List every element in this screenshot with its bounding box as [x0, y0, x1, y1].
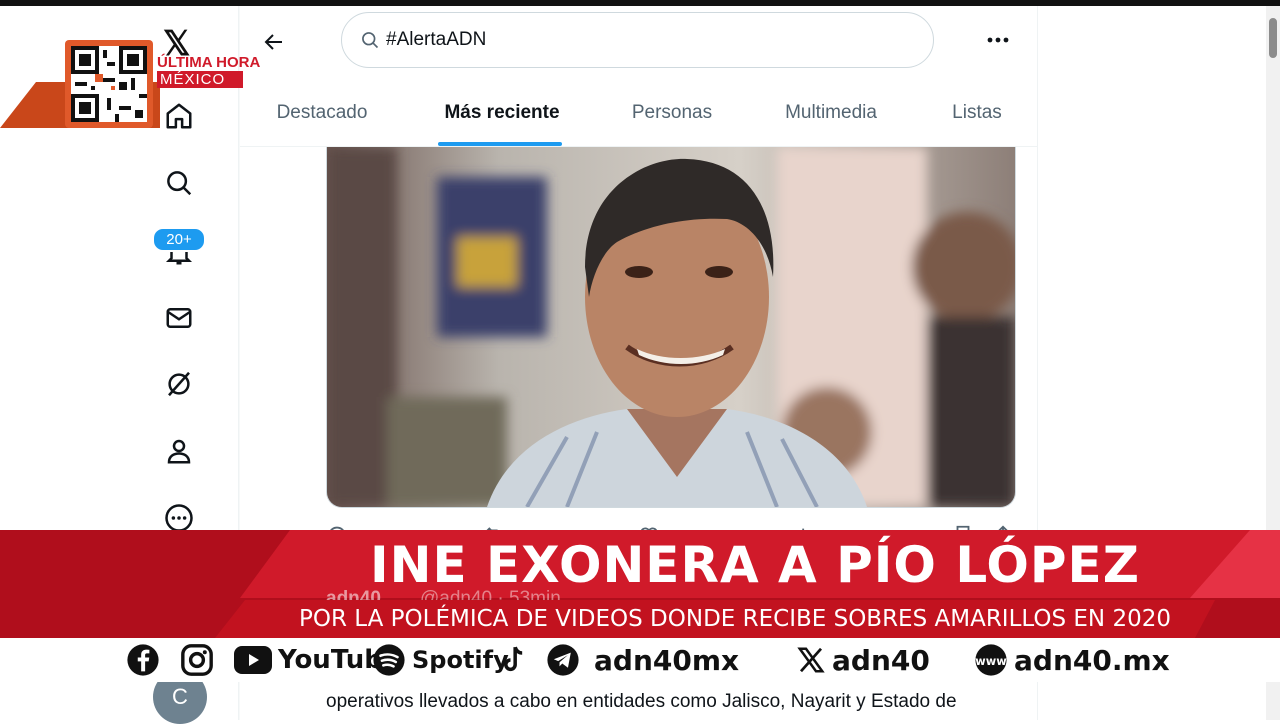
website-url: adn40.mx [1014, 643, 1170, 677]
tab-personas[interactable]: Personas [612, 80, 732, 146]
qr-code [71, 46, 147, 122]
tweet-text: operativos llevados a cabo en entidades … [326, 691, 957, 712]
home-icon[interactable] [163, 100, 195, 132]
search-query[interactable]: #AlertaADN [386, 29, 486, 51]
x-handle: adn40 [832, 643, 930, 677]
scrollbar-thumb[interactable] [1269, 18, 1277, 58]
more-options-icon[interactable] [980, 24, 1016, 56]
tiktok-icon [500, 642, 528, 678]
grok-icon[interactable] [163, 368, 195, 400]
facebook-icon [126, 642, 160, 678]
search-icon [360, 30, 380, 55]
ultima-hora-label: ÚLTIMA HORA [157, 54, 261, 71]
search-tabs: Destacado Más reciente Personas Multimed… [240, 80, 1037, 147]
svg-text:www: www [975, 654, 1007, 668]
region-label: MÉXICO [160, 71, 226, 88]
news-subheadline: POR LA POLÉMICA DE VIDEOS DONDE RECIBE S… [299, 606, 1171, 632]
telegram-logo: adn40mx [546, 642, 739, 678]
tab-multimedia[interactable]: Multimedia [770, 80, 892, 146]
back-arrow-icon[interactable] [256, 24, 292, 60]
search-input[interactable]: #AlertaADN [341, 12, 934, 68]
search-nav-icon[interactable] [163, 167, 195, 199]
instagram-icon [180, 642, 214, 678]
news-headline: INE EXONERA A PÍO LÓPEZ OBRADOR [370, 536, 1140, 660]
profile-icon[interactable] [163, 435, 195, 467]
website-logo: www adn40.mx [974, 642, 1170, 678]
tab-mas-reciente[interactable]: Más reciente [432, 80, 572, 146]
x-logo: adn40 [796, 642, 930, 678]
active-tab-indicator [438, 142, 562, 146]
mail-icon[interactable] [163, 302, 195, 334]
telegram-handle: adn40mx [594, 643, 740, 677]
spotify-logo: Spotify [372, 642, 509, 678]
spotify-label: Spotify [412, 646, 509, 674]
tab-listas[interactable]: Listas [940, 80, 1014, 146]
notifications-badge: 20+ [152, 227, 206, 252]
tweet-media-image[interactable] [326, 147, 1016, 508]
tab-destacado[interactable]: Destacado [262, 80, 382, 146]
